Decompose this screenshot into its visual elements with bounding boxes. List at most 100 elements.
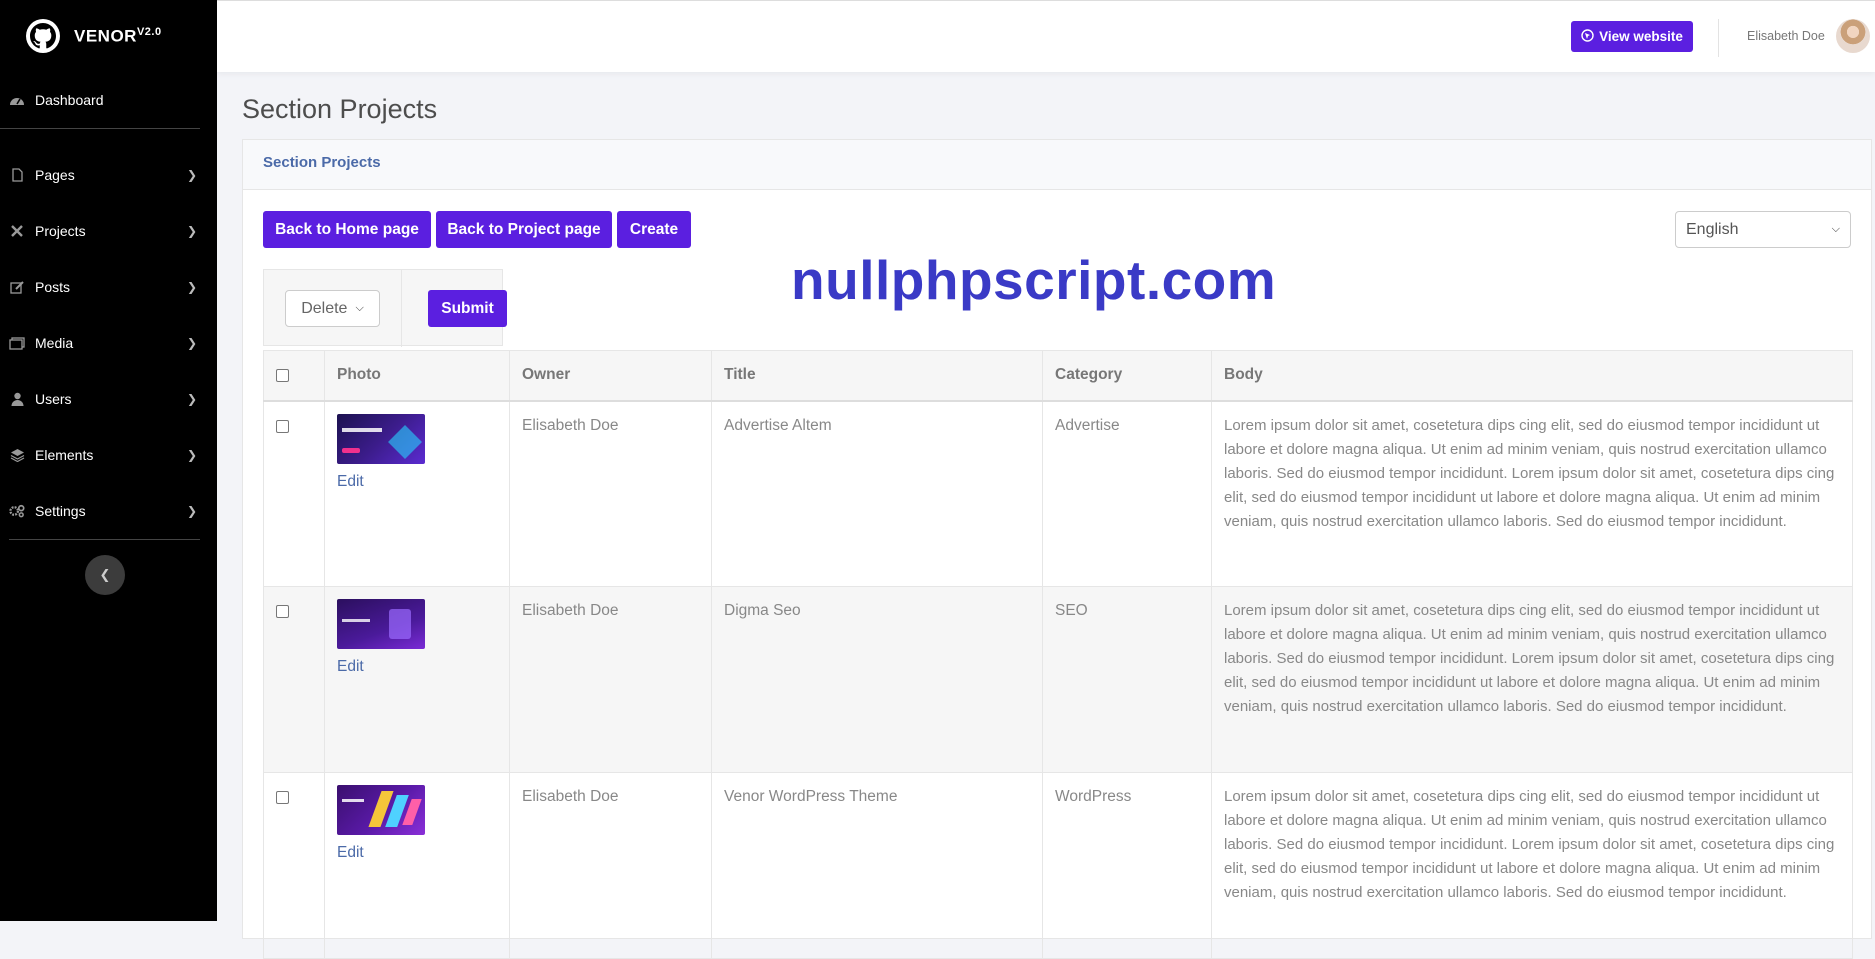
sidebar-divider <box>9 539 200 540</box>
dashboard-icon <box>9 93 25 107</box>
topbar-divider <box>1718 19 1719 57</box>
chevron-down-icon: ⌵ <box>1831 223 1840 235</box>
sidebar-item-label: Pages <box>35 167 75 183</box>
row-checkbox[interactable] <box>276 419 289 433</box>
file-icon <box>9 168 25 182</box>
submit-button[interactable]: Submit <box>428 290 507 327</box>
sidebar-item-projects[interactable]: Projects ❯ <box>0 203 217 259</box>
project-thumbnail[interactable] <box>337 599 425 649</box>
sidebar-item-users[interactable]: Users ❯ <box>0 371 217 427</box>
body-cell: Lorem ipsum dolor sit amet, cosetetura d… <box>1211 586 1853 773</box>
view-website-button[interactable]: View website <box>1571 21 1693 52</box>
chevron-right-icon: ❯ <box>186 280 197 294</box>
photo-cell: Edit <box>324 400 510 587</box>
table-row: Edit Elisabeth Doe Advertise Altem Adver… <box>263 400 1853 587</box>
sidebar-item-pages[interactable]: Pages ❯ <box>0 147 217 203</box>
project-thumbnail[interactable] <box>337 785 425 835</box>
title-cell: Digma Seo <box>711 586 1043 773</box>
user-name[interactable]: Elisabeth Doe <box>1747 29 1825 43</box>
brand[interactable]: VENORV2.0 <box>0 0 217 72</box>
photo-icon <box>9 336 25 350</box>
chevron-right-icon: ❯ <box>186 224 197 238</box>
owner-cell: Elisabeth Doe <box>509 586 712 773</box>
edit-link[interactable]: Edit <box>337 470 364 494</box>
sidebar-item-elements[interactable]: Elements ❯ <box>0 427 217 483</box>
row-checkbox[interactable] <box>276 791 289 804</box>
chevron-right-icon: ❯ <box>186 448 197 462</box>
chevron-down-icon: ⌵ <box>355 302 364 314</box>
project-thumbnail[interactable] <box>337 413 425 464</box>
brand-name: VENORV2.0 <box>74 25 162 46</box>
layers-icon <box>9 448 25 462</box>
projects-card: Section Projects Back to Home page Back … <box>242 139 1872 959</box>
column-header-body[interactable]: Body <box>1211 350 1853 402</box>
select-all-checkbox[interactable] <box>276 369 289 383</box>
projects-table: Photo Owner Title Category Body Edit Eli… <box>263 350 1853 959</box>
globe-icon <box>1581 28 1594 45</box>
view-website-label: View website <box>1599 29 1683 44</box>
photo-cell: Edit <box>324 586 510 773</box>
row-select-cell <box>263 400 325 587</box>
sidebar-item-dashboard[interactable]: Dashboard <box>0 72 200 129</box>
sidebar-collapse-button[interactable]: ❮ <box>85 555 125 595</box>
category-cell: SEO <box>1042 586 1212 773</box>
edit-link[interactable]: Edit <box>337 655 364 679</box>
column-header-owner[interactable]: Owner <box>509 350 712 402</box>
page-title: Section Projects <box>242 94 438 124</box>
row-checkbox[interactable] <box>276 605 289 618</box>
select-all-cell <box>263 350 325 402</box>
chevron-right-icon: ❯ <box>186 504 197 518</box>
sidebar-item-posts[interactable]: Posts ❯ <box>0 259 217 315</box>
table-row: Edit Elisabeth Doe Venor WordPress Theme… <box>263 772 1853 959</box>
tools-icon <box>9 224 25 238</box>
back-to-project-button[interactable]: Back to Project page <box>436 211 612 248</box>
gears-icon <box>9 504 25 518</box>
topbar: View website Elisabeth Doe <box>217 0 1875 72</box>
user-icon <box>9 392 25 406</box>
title-cell: Venor WordPress Theme <box>711 772 1043 959</box>
bulk-action-select[interactable]: Delete ⌵ <box>285 290 380 327</box>
table-header-row: Photo Owner Title Category Body <box>263 350 1853 402</box>
sidebar-item-label: Posts <box>35 279 71 295</box>
back-to-home-button[interactable]: Back to Home page <box>263 211 431 248</box>
sidebar: VENORV2.0 Dashboard Pages ❯ Projects ❯ P… <box>0 0 217 921</box>
row-select-cell <box>263 586 325 773</box>
github-logo-icon <box>26 19 60 53</box>
chevron-left-icon: ❮ <box>99 567 111 582</box>
category-cell: WordPress <box>1042 772 1212 959</box>
create-button[interactable]: Create <box>617 211 691 248</box>
body-cell: Lorem ipsum dolor sit amet, cosetetura d… <box>1211 772 1853 959</box>
card-header: Section Projects <box>243 140 1871 190</box>
watermark-text: nullphpscript.com <box>791 249 1277 311</box>
edit-link[interactable]: Edit <box>337 841 364 865</box>
sidebar-item-label: Elements <box>35 447 94 463</box>
table-row: Edit Elisabeth Doe Digma Seo SEO Lorem i… <box>263 586 1853 773</box>
sidebar-item-settings[interactable]: Settings ❯ <box>0 483 217 539</box>
owner-cell: Elisabeth Doe <box>509 772 712 959</box>
body-cell: Lorem ipsum dolor sit amet, cosetetura d… <box>1211 400 1853 587</box>
column-header-category[interactable]: Category <box>1042 350 1212 402</box>
language-select[interactable]: English ⌵ <box>1675 211 1851 248</box>
column-header-title[interactable]: Title <box>711 350 1043 402</box>
sidebar-item-label: Users <box>35 391 72 407</box>
sidebar-item-label: Media <box>35 335 74 351</box>
bulk-action-box: Delete ⌵ Submit <box>263 269 507 347</box>
sidebar-item-label: Settings <box>35 503 86 519</box>
photo-cell: Edit <box>324 772 510 959</box>
title-cell: Advertise Altem <box>711 400 1043 587</box>
column-header-photo[interactable]: Photo <box>324 350 510 402</box>
avatar[interactable] <box>1836 19 1870 53</box>
owner-cell: Elisabeth Doe <box>509 400 712 587</box>
category-cell: Advertise <box>1042 400 1212 587</box>
row-select-cell <box>263 772 325 959</box>
chevron-right-icon: ❯ <box>186 392 197 406</box>
bulk-action-value: Delete <box>301 299 348 317</box>
chevron-right-icon: ❯ <box>186 336 197 350</box>
edit-icon <box>9 280 25 294</box>
sidebar-item-media[interactable]: Media ❯ <box>0 315 217 371</box>
language-value: English <box>1686 220 1739 238</box>
sidebar-item-label: Projects <box>35 223 86 239</box>
chevron-right-icon: ❯ <box>186 168 197 182</box>
bulk-divider <box>401 270 402 347</box>
sidebar-item-label: Dashboard <box>35 92 104 108</box>
